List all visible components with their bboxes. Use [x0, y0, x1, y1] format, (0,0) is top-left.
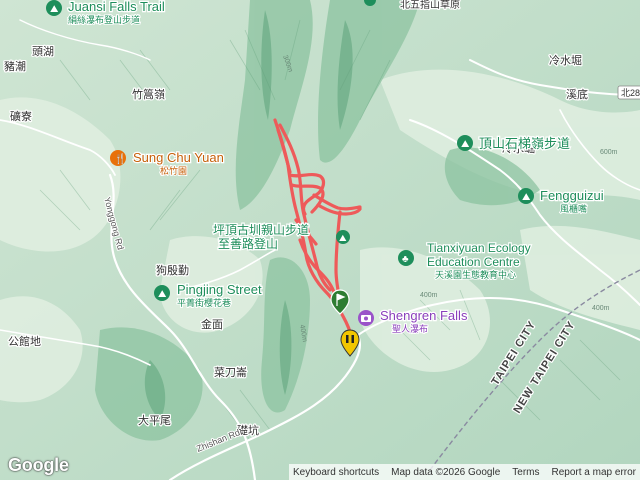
road-badge: 北28	[617, 85, 640, 100]
place-label: 公館地	[8, 334, 41, 348]
place-label: 豬潮	[4, 59, 26, 73]
place-label: 冷水堀	[549, 54, 582, 67]
svg-text:⛰: ⛰	[461, 139, 470, 150]
svg-text:♣: ♣	[402, 254, 409, 265]
terms-link[interactable]: Terms	[512, 467, 539, 478]
poi-sublabel: 絹絲瀑布登山步道	[68, 14, 140, 25]
report-error-link[interactable]: Report a map error	[552, 467, 636, 478]
elevation-label: 400m	[420, 292, 438, 299]
poi-label: Pingjing Street	[177, 282, 262, 297]
svg-text:🍴: 🍴	[114, 152, 126, 165]
place-label: 菜刀崙	[214, 366, 247, 379]
place-label: 大平尾	[138, 413, 171, 427]
place-label: 竹篙嶺	[132, 87, 165, 101]
poi-label: Education Centre	[427, 255, 520, 269]
poi-label: Juansi Falls Trail	[68, 0, 165, 14]
elevation-label: 600m	[600, 149, 618, 156]
footer-bar: Keyboard shortcuts Map data ©2026 Google…	[288, 464, 640, 480]
poi-label: 坪頂古圳親山步道	[213, 222, 309, 237]
keyboard-shortcuts-link[interactable]: Keyboard shortcuts	[293, 467, 379, 478]
place-label: 礦寮	[10, 109, 32, 123]
place-label: 溪底	[566, 87, 588, 101]
svg-text:北28: 北28	[621, 88, 640, 98]
map-footer: Keyboard shortcuts Map data ©2026 Google…	[0, 464, 640, 480]
place-label: 金面	[201, 317, 223, 331]
poi-sublabel: 平菁街櫻花巷	[177, 297, 231, 308]
svg-text:⛰: ⛰	[158, 289, 167, 300]
place-label: 北五指山草原	[400, 0, 460, 11]
place-label: 頭湖	[32, 45, 54, 58]
place-label: 狗殷勤	[156, 264, 189, 277]
map-canvas[interactable]: 300m 600m 400m 400m 400m 頭湖 豬潮 竹篙嶺 冷水堀 溪…	[0, 0, 640, 480]
poi-sublabel: 天溪園生態教育中心	[435, 269, 516, 280]
svg-text:⛰: ⛰	[339, 233, 347, 243]
poi-sublabel: 松竹園	[160, 165, 187, 176]
map-data-attribution: Map data ©2026 Google	[391, 466, 501, 478]
poi-sublabel: 風櫃嘴	[560, 203, 587, 214]
poi-label: Shengren Falls	[380, 308, 468, 323]
poi-label: Sung Chu Yuan	[133, 150, 224, 165]
poi-label: 頂山石梯嶺步道	[479, 136, 570, 151]
poi-label: 至善路登山	[218, 236, 278, 251]
poi-sublabel: 聖人瀑布	[392, 323, 428, 334]
svg-text:⛰: ⛰	[522, 192, 531, 203]
svg-text:⛰: ⛰	[50, 4, 59, 15]
poi-label: Tianxiyuan Ecology	[427, 241, 531, 255]
poi-label: Fengguizui	[540, 188, 604, 203]
elevation-label: 400m	[592, 305, 610, 312]
